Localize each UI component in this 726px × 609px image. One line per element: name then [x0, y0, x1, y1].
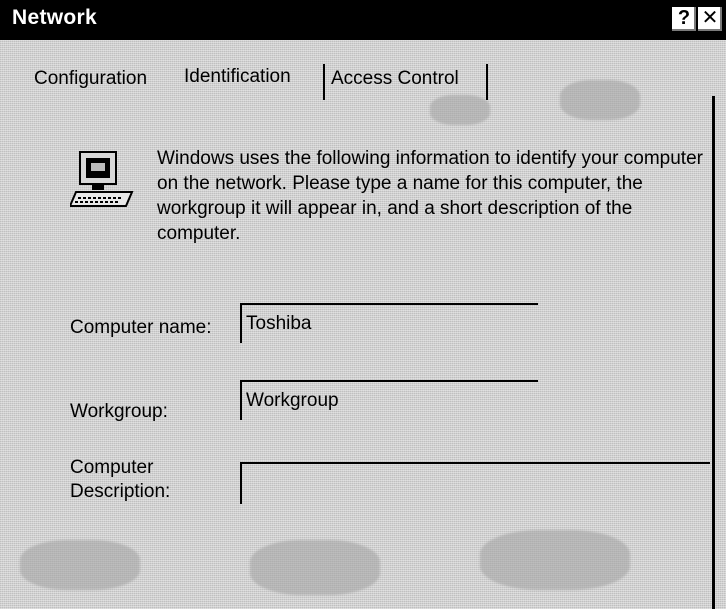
help-button[interactable]: ? [670, 5, 698, 33]
panel-border [712, 96, 715, 609]
scan-artifact [250, 540, 380, 595]
scan-artifact [480, 530, 630, 590]
scan-artifact [430, 95, 490, 125]
computer-description-label-line1: Computer [70, 457, 154, 478]
workgroup-label: Workgroup: [70, 401, 168, 422]
workgroup-field[interactable]: Workgroup [240, 380, 538, 420]
computer-icon [70, 151, 134, 207]
tab-configuration[interactable]: Configuration [34, 68, 147, 90]
computer-name-field[interactable]: Toshiba [240, 303, 538, 343]
scan-artifact [560, 80, 640, 120]
computer-description-field[interactable] [240, 462, 710, 504]
close-button[interactable]: ✕ [696, 5, 724, 33]
title-bar[interactable]: Network ? ✕ [0, 0, 726, 40]
tab-divider [323, 64, 325, 100]
scan-artifact [20, 540, 140, 590]
computer-description-label: Computer Description: [70, 456, 210, 504]
tab-access-control[interactable]: Access Control [331, 68, 459, 90]
tab-divider [486, 64, 488, 100]
computer-description-label-line2: Description: [70, 481, 171, 502]
identification-info-text: Windows uses the following information t… [157, 148, 703, 244]
window-title: Network [12, 6, 97, 29]
tab-identification[interactable]: Identification [184, 66, 291, 88]
computer-name-label: Computer name: [70, 317, 212, 338]
